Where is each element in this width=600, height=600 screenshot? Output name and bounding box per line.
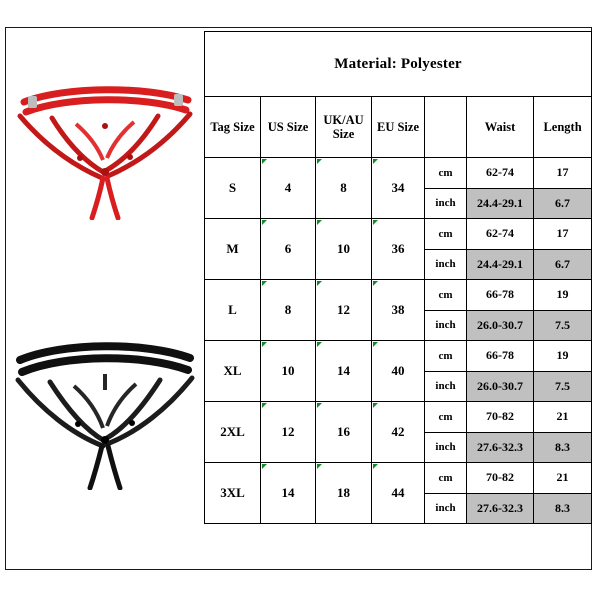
cell-tag-size: XL: [204, 340, 261, 402]
table-row: 3XL 14 18 44 cm 70-82 21: [204, 462, 593, 524]
cell-eu-size: 40: [371, 340, 425, 402]
cell-eu-size: 36: [371, 218, 425, 280]
cell-unit-cm: cm: [424, 462, 467, 494]
header-waist: Waist: [466, 96, 534, 158]
table-row: S 4 8 34 cm 62-74 17: [204, 157, 593, 219]
cell-tag-size: L: [204, 279, 261, 341]
cell-length-inch: 7.5: [532, 309, 593, 341]
cell-uk-au-size: 12: [315, 279, 372, 341]
cell-uk-au-size: 14: [315, 340, 372, 402]
material-title: Material: Polyester: [203, 31, 593, 97]
cell-tag-size: 2XL: [204, 401, 261, 463]
cell-unit-cm: cm: [424, 157, 467, 189]
red-thong-photo: [6, 60, 204, 220]
cell-us-size: 6: [260, 218, 316, 280]
header-uk-au-size: UK/AU Size: [315, 96, 372, 158]
cell-waist-cm: 66-78: [466, 340, 534, 372]
black-thong-photo: [6, 320, 204, 490]
cell-length-cm: 21: [532, 462, 593, 494]
cell-length-inch: 8.3: [532, 431, 593, 463]
cell-length-inch: 8.3: [532, 492, 593, 524]
cell-uk-au-size: 18: [315, 462, 372, 524]
cell-waist-inch: 26.0-30.7: [466, 370, 534, 402]
cell-unit-inch: inch: [424, 187, 467, 219]
product-photo-panel: [6, 28, 204, 569]
cell-unit-inch: inch: [424, 492, 467, 524]
cell-uk-au-size: 8: [315, 157, 372, 219]
cell-unit-inch: inch: [424, 309, 467, 341]
cell-us-size: 12: [260, 401, 316, 463]
cell-waist-cm: 70-82: [466, 462, 534, 494]
cell-unit-cm: cm: [424, 340, 467, 372]
cell-length-cm: 21: [532, 401, 593, 433]
cell-length-cm: 19: [532, 279, 593, 311]
header-unit: [424, 96, 467, 158]
table-title-row: Material: Polyester: [203, 31, 593, 97]
cell-waist-cm: 62-74: [466, 218, 534, 250]
table-row: M 6 10 36 cm 62-74 17: [204, 218, 593, 280]
cell-unit-inch: inch: [424, 248, 467, 280]
header-tag-size: Tag Size: [204, 96, 261, 158]
cell-waist-inch: 27.6-32.3: [466, 492, 534, 524]
cell-eu-size: 38: [371, 279, 425, 341]
table-row: L 8 12 38 cm 66-78 19: [204, 279, 593, 341]
cell-uk-au-size: 10: [315, 218, 372, 280]
cell-unit-inch: inch: [424, 431, 467, 463]
cell-waist-inch: 24.4-29.1: [466, 187, 534, 219]
header-length: Length: [532, 96, 593, 158]
cell-us-size: 8: [260, 279, 316, 341]
cell-eu-size: 34: [371, 157, 425, 219]
cell-us-size: 4: [260, 157, 316, 219]
cell-us-size: 14: [260, 462, 316, 524]
cell-waist-inch: 24.4-29.1: [466, 248, 534, 280]
cell-eu-size: 44: [371, 462, 425, 524]
cell-unit-inch: inch: [424, 370, 467, 402]
cell-unit-cm: cm: [424, 218, 467, 250]
table-row: XL 10 14 40 cm 66-78 19: [204, 340, 593, 402]
cell-length-cm: 17: [532, 157, 593, 189]
cell-waist-inch: 26.0-30.7: [466, 309, 534, 341]
cell-tag-size: 3XL: [204, 462, 261, 524]
cell-tag-size: M: [204, 218, 261, 280]
cell-uk-au-size: 16: [315, 401, 372, 463]
cell-waist-cm: 70-82: [466, 401, 534, 433]
cell-waist-cm: 66-78: [466, 279, 534, 311]
cell-length-cm: 17: [532, 218, 593, 250]
table-row: 2XL 12 16 42 cm 70-82 21: [204, 401, 593, 463]
cell-waist-cm: 62-74: [466, 157, 534, 189]
size-chart-table: Material: Polyester Tag Size US Size UK/…: [203, 31, 593, 524]
cell-waist-inch: 27.6-32.3: [466, 431, 534, 463]
header-us-size: US Size: [260, 96, 316, 158]
cell-eu-size: 42: [371, 401, 425, 463]
cell-length-inch: 6.7: [532, 248, 593, 280]
cell-length-inch: 7.5: [532, 370, 593, 402]
size-chart-page: Material: Polyester Tag Size US Size UK/…: [0, 0, 600, 600]
cell-length-cm: 19: [532, 340, 593, 372]
table-header-row: Tag Size US Size UK/AU Size EU Size Wais…: [204, 96, 593, 158]
cell-length-inch: 6.7: [532, 187, 593, 219]
cell-us-size: 10: [260, 340, 316, 402]
cell-unit-cm: cm: [424, 401, 467, 433]
header-eu-size: EU Size: [371, 96, 425, 158]
cell-tag-size: S: [204, 157, 261, 219]
cell-unit-cm: cm: [424, 279, 467, 311]
